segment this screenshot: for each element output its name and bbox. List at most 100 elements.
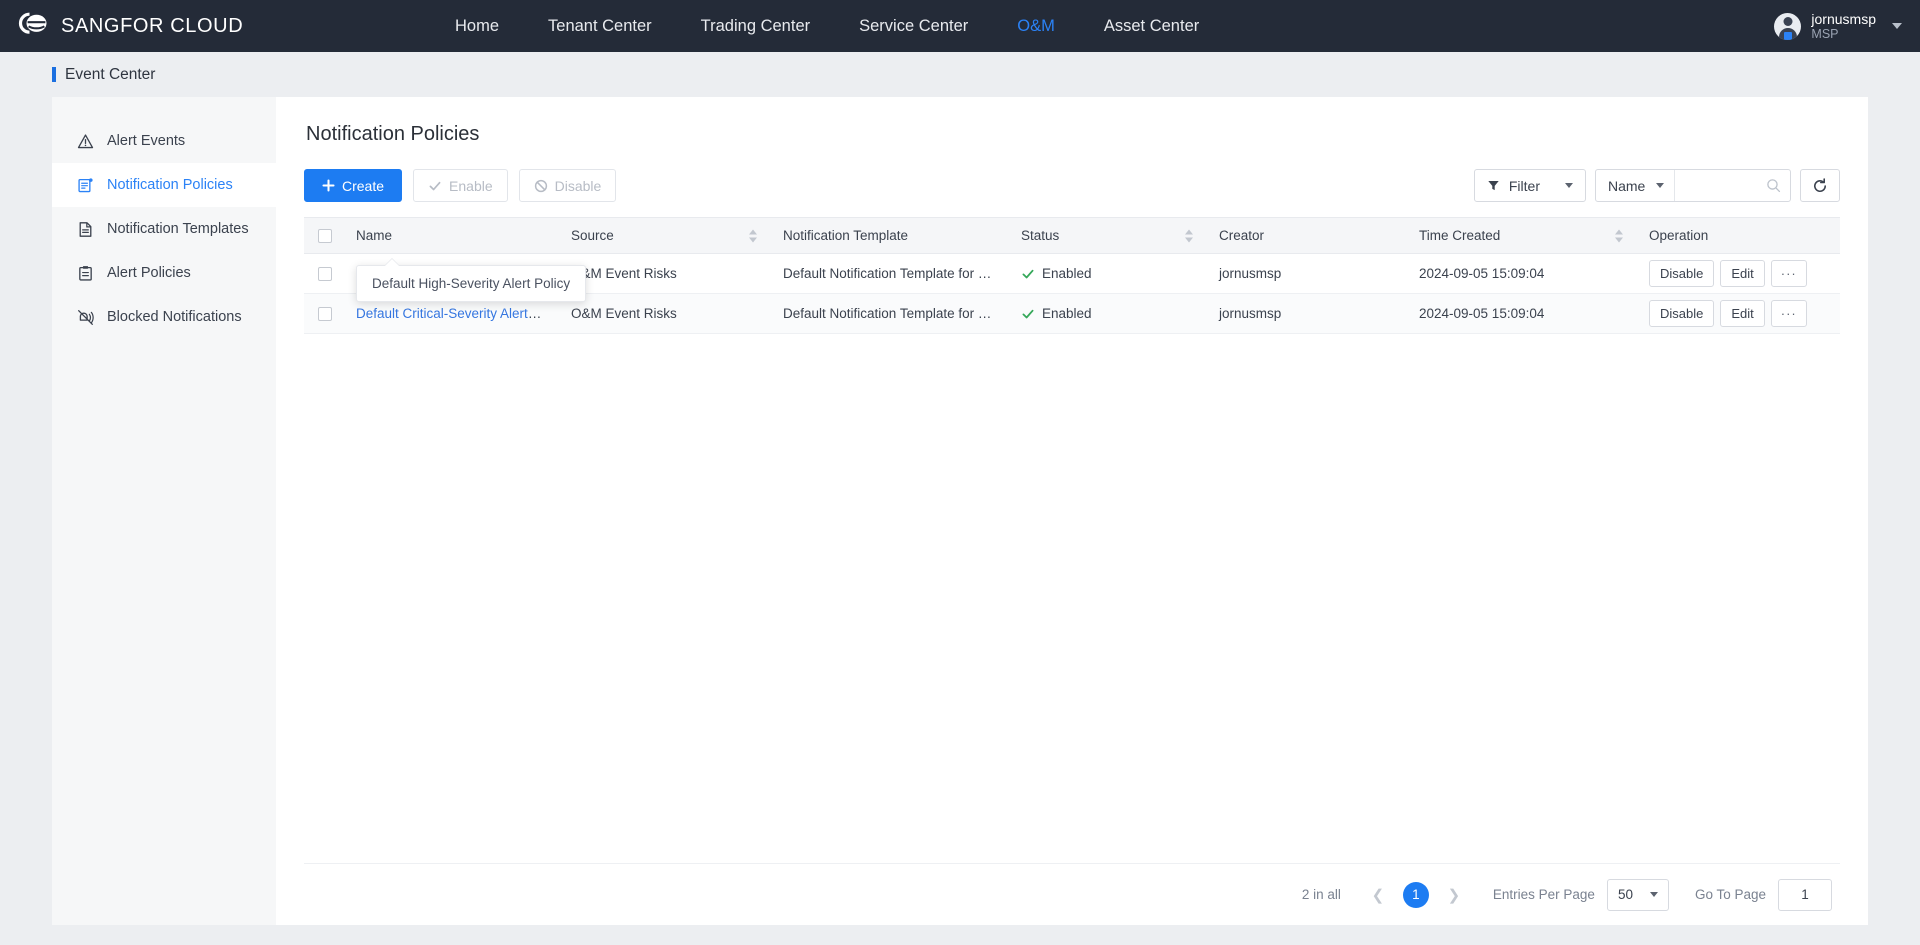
- column-header-status[interactable]: Status: [1007, 217, 1205, 254]
- cell-creator: jornusmsp: [1205, 253, 1405, 294]
- column-label: Status: [1021, 228, 1060, 243]
- row-disable-button[interactable]: Disable: [1649, 300, 1715, 327]
- sidebar-item-label: Blocked Notifications: [107, 309, 242, 325]
- row-select-cell: [304, 293, 342, 334]
- cell-operation: Disable Edit ···: [1635, 293, 1840, 334]
- chevron-down-icon[interactable]: [1892, 23, 1902, 29]
- search-icon[interactable]: [1766, 178, 1790, 193]
- sidebar-item-label: Alert Policies: [107, 265, 191, 281]
- column-header-notification-template[interactable]: Notification Template: [769, 217, 1007, 254]
- row-edit-button[interactable]: Edit: [1720, 260, 1765, 287]
- create-button[interactable]: Create: [304, 169, 403, 202]
- nav-item-trading-center[interactable]: Trading Center: [701, 0, 810, 52]
- cell-time-created: 2024-09-05 15:09:04: [1405, 253, 1635, 294]
- search-field-label: Name: [1608, 177, 1646, 194]
- content-panel: Notification Policies Create Enable Disa…: [276, 97, 1868, 925]
- page-title: Notification Policies: [306, 123, 480, 145]
- user-name: jornusmsp: [1811, 10, 1876, 27]
- cell-status: Enabled: [1007, 253, 1205, 294]
- breadcrumb: Event Center: [0, 52, 1920, 97]
- row-checkbox[interactable]: [318, 307, 332, 322]
- check-icon: [1022, 309, 1034, 318]
- cell-status: Enabled: [1007, 293, 1205, 334]
- nav-item-asset-center[interactable]: Asset Center: [1104, 0, 1199, 52]
- filter-button-label: Filter: [1508, 177, 1540, 194]
- entries-per-page-value: 50: [1617, 887, 1633, 902]
- chevron-left-icon[interactable]: ❮: [1365, 882, 1391, 908]
- table-toolbar: Create Enable Disable Filter Name: [304, 169, 1840, 202]
- nav-item-service-center[interactable]: Service Center: [859, 0, 968, 52]
- search-group: Name: [1595, 169, 1791, 202]
- sidebar-item-notification-templates[interactable]: Notification Templates: [52, 207, 276, 251]
- bell-muted-icon: [78, 309, 94, 325]
- column-header-time-created[interactable]: Time Created: [1405, 217, 1635, 254]
- plus-icon: [322, 179, 335, 192]
- top-navigation-bar: SANGFOR CLOUD Home Tenant Center Trading…: [0, 0, 1920, 52]
- cell-source: O&M Event Risks: [557, 293, 769, 334]
- breadcrumb-text: Event Center: [65, 65, 156, 83]
- enable-button[interactable]: Enable: [413, 169, 508, 202]
- brand[interactable]: SANGFOR CLOUD: [0, 11, 330, 41]
- sidebar-item-alert-events[interactable]: Alert Events: [52, 119, 276, 163]
- filter-button[interactable]: Filter: [1473, 169, 1586, 202]
- row-disable-button[interactable]: Disable: [1649, 260, 1715, 287]
- cell-time-created: 2024-09-05 15:09:04: [1405, 293, 1635, 334]
- sidebar-item-label: Notification Policies: [107, 177, 233, 193]
- sort-toggle[interactable]: [1185, 229, 1193, 242]
- refresh-button[interactable]: [1800, 169, 1840, 202]
- select-all-header: [304, 217, 342, 254]
- user-role: MSP: [1811, 26, 1839, 41]
- policy-name-link[interactable]: Default Critical-Severity Alert Policy: [356, 306, 557, 321]
- status-label: Enabled: [1042, 306, 1092, 321]
- check-icon: [1022, 269, 1034, 278]
- brand-name: SANGFOR CLOUD: [61, 14, 244, 37]
- row-more-button[interactable]: ···: [1770, 300, 1807, 327]
- cell-source: O&M Event Risks: [557, 253, 769, 294]
- sidebar-item-alert-policies[interactable]: Alert Policies: [52, 251, 276, 295]
- refresh-icon: [1814, 177, 1827, 192]
- document-icon: [79, 221, 92, 237]
- search-field-select[interactable]: Name: [1596, 170, 1676, 201]
- page-layout: Alert Events Notification Policies Notif…: [0, 97, 1920, 925]
- search-input[interactable]: [1675, 170, 1766, 201]
- table-header: Name Source Notification Template Status: [304, 217, 1840, 254]
- column-header-name[interactable]: Name: [342, 217, 557, 254]
- select-all-checkbox[interactable]: [318, 229, 332, 244]
- clipboard-icon: [79, 265, 92, 281]
- cell-notification-template: Default Notification Template for High-S…: [769, 253, 1007, 294]
- warning-triangle-icon: [77, 133, 94, 148]
- cell-creator: jornusmsp: [1205, 293, 1405, 334]
- disable-button[interactable]: Disable: [518, 169, 617, 202]
- sidebar: Alert Events Notification Policies Notif…: [52, 97, 276, 925]
- row-edit-button[interactable]: Edit: [1720, 300, 1765, 327]
- user-menu[interactable]: jornusmsp MSP: [1774, 0, 1902, 52]
- column-header-source[interactable]: Source: [557, 217, 769, 254]
- row-more-button[interactable]: ···: [1770, 260, 1807, 287]
- column-label: Creator: [1219, 228, 1265, 243]
- entries-per-page-select[interactable]: 50: [1606, 878, 1669, 911]
- cloud-logo-icon: [18, 12, 47, 34]
- sidebar-item-label: Alert Events: [107, 133, 186, 149]
- row-checkbox[interactable]: [318, 267, 332, 282]
- chevron-right-icon[interactable]: ❯: [1441, 882, 1467, 908]
- sidebar-item-blocked-notifications[interactable]: Blocked Notifications: [52, 295, 276, 339]
- create-button-label: Create: [342, 177, 385, 194]
- column-label: Notification Template: [783, 228, 909, 243]
- page-number-1[interactable]: 1: [1402, 881, 1429, 908]
- go-to-page-label: Go To Page: [1694, 887, 1766, 902]
- sort-toggle[interactable]: [749, 229, 757, 242]
- policy-name-tooltip: Default High-Severity Alert Policy: [356, 258, 587, 302]
- column-label: Source: [571, 228, 614, 243]
- go-to-page-input[interactable]: [1778, 878, 1832, 911]
- column-label: Operation: [1649, 228, 1709, 243]
- nav-item-om[interactable]: O&M: [1017, 0, 1055, 52]
- table-container: Name Source Notification Template Status: [304, 217, 1840, 863]
- nav-item-tenant-center[interactable]: Tenant Center: [548, 0, 652, 52]
- sidebar-item-notification-policies[interactable]: Notification Policies: [52, 163, 276, 207]
- nav-item-home[interactable]: Home: [455, 0, 499, 52]
- sort-toggle[interactable]: [1615, 229, 1623, 242]
- chevron-down-icon: [1656, 183, 1665, 188]
- column-header-creator[interactable]: Creator: [1205, 217, 1405, 254]
- enable-button-label: Enable: [449, 177, 493, 194]
- avatar-icon: [1774, 12, 1802, 40]
